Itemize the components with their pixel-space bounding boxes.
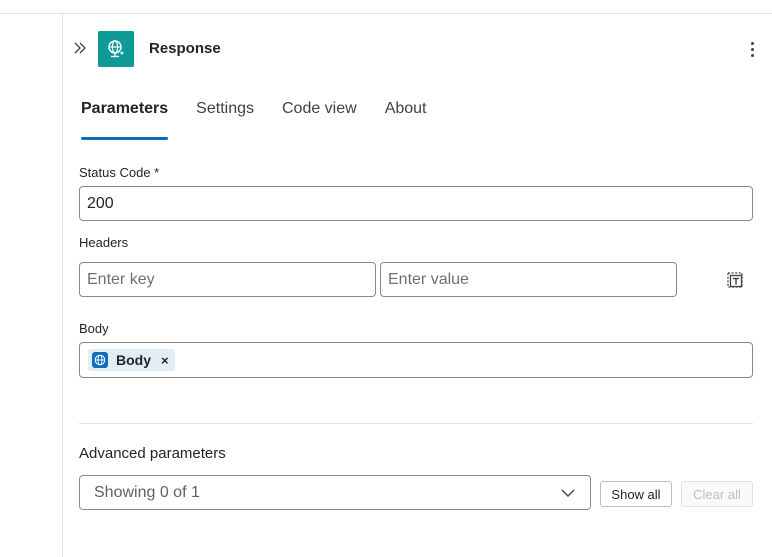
show-all-button[interactable]: Show all (600, 481, 672, 507)
tab-code-view[interactable]: Code view (282, 100, 357, 122)
section-divider (79, 423, 753, 424)
action-title: Response (149, 40, 221, 57)
body-label: Body (79, 321, 109, 336)
status-code-input[interactable]: 200 (79, 186, 753, 221)
response-app-icon (98, 31, 134, 67)
body-input[interactable]: Body × (79, 342, 753, 378)
more-vertical-icon (750, 41, 754, 45)
status-code-label: Status Code * (79, 165, 160, 180)
body-token[interactable]: Body × (88, 349, 175, 371)
tab-settings[interactable]: Settings (196, 100, 254, 122)
top-divider (0, 13, 772, 14)
delete-header-button[interactable] (724, 269, 746, 291)
header-key-input[interactable]: Enter key (79, 262, 376, 297)
clear-all-button[interactable]: Clear all (681, 481, 753, 507)
dropdown-value: Showing 0 of 1 (94, 483, 200, 501)
response-action-panel: Response Parameters Settings Code view A… (0, 0, 772, 557)
advanced-parameters-dropdown[interactable]: Showing 0 of 1 (79, 475, 591, 510)
tab-about[interactable]: About (385, 100, 427, 122)
remove-token-icon[interactable]: × (161, 353, 169, 368)
tab-parameters[interactable]: Parameters (81, 100, 169, 140)
tab-bar: Parameters Settings Code view About (81, 100, 455, 140)
double-chevron-right-icon (74, 42, 86, 54)
chevron-down-icon (561, 489, 575, 497)
left-divider (62, 14, 63, 557)
delete-row-icon (727, 272, 743, 288)
more-options-button[interactable] (742, 38, 762, 60)
body-token-label: Body (116, 352, 151, 368)
globe-icon (92, 352, 108, 368)
collapse-panel-button[interactable] (70, 38, 90, 58)
headers-label: Headers (79, 235, 129, 250)
advanced-parameters-label: Advanced parameters (79, 445, 226, 462)
globe-connector-icon (108, 40, 124, 58)
header-value-input[interactable]: Enter value (380, 262, 677, 297)
